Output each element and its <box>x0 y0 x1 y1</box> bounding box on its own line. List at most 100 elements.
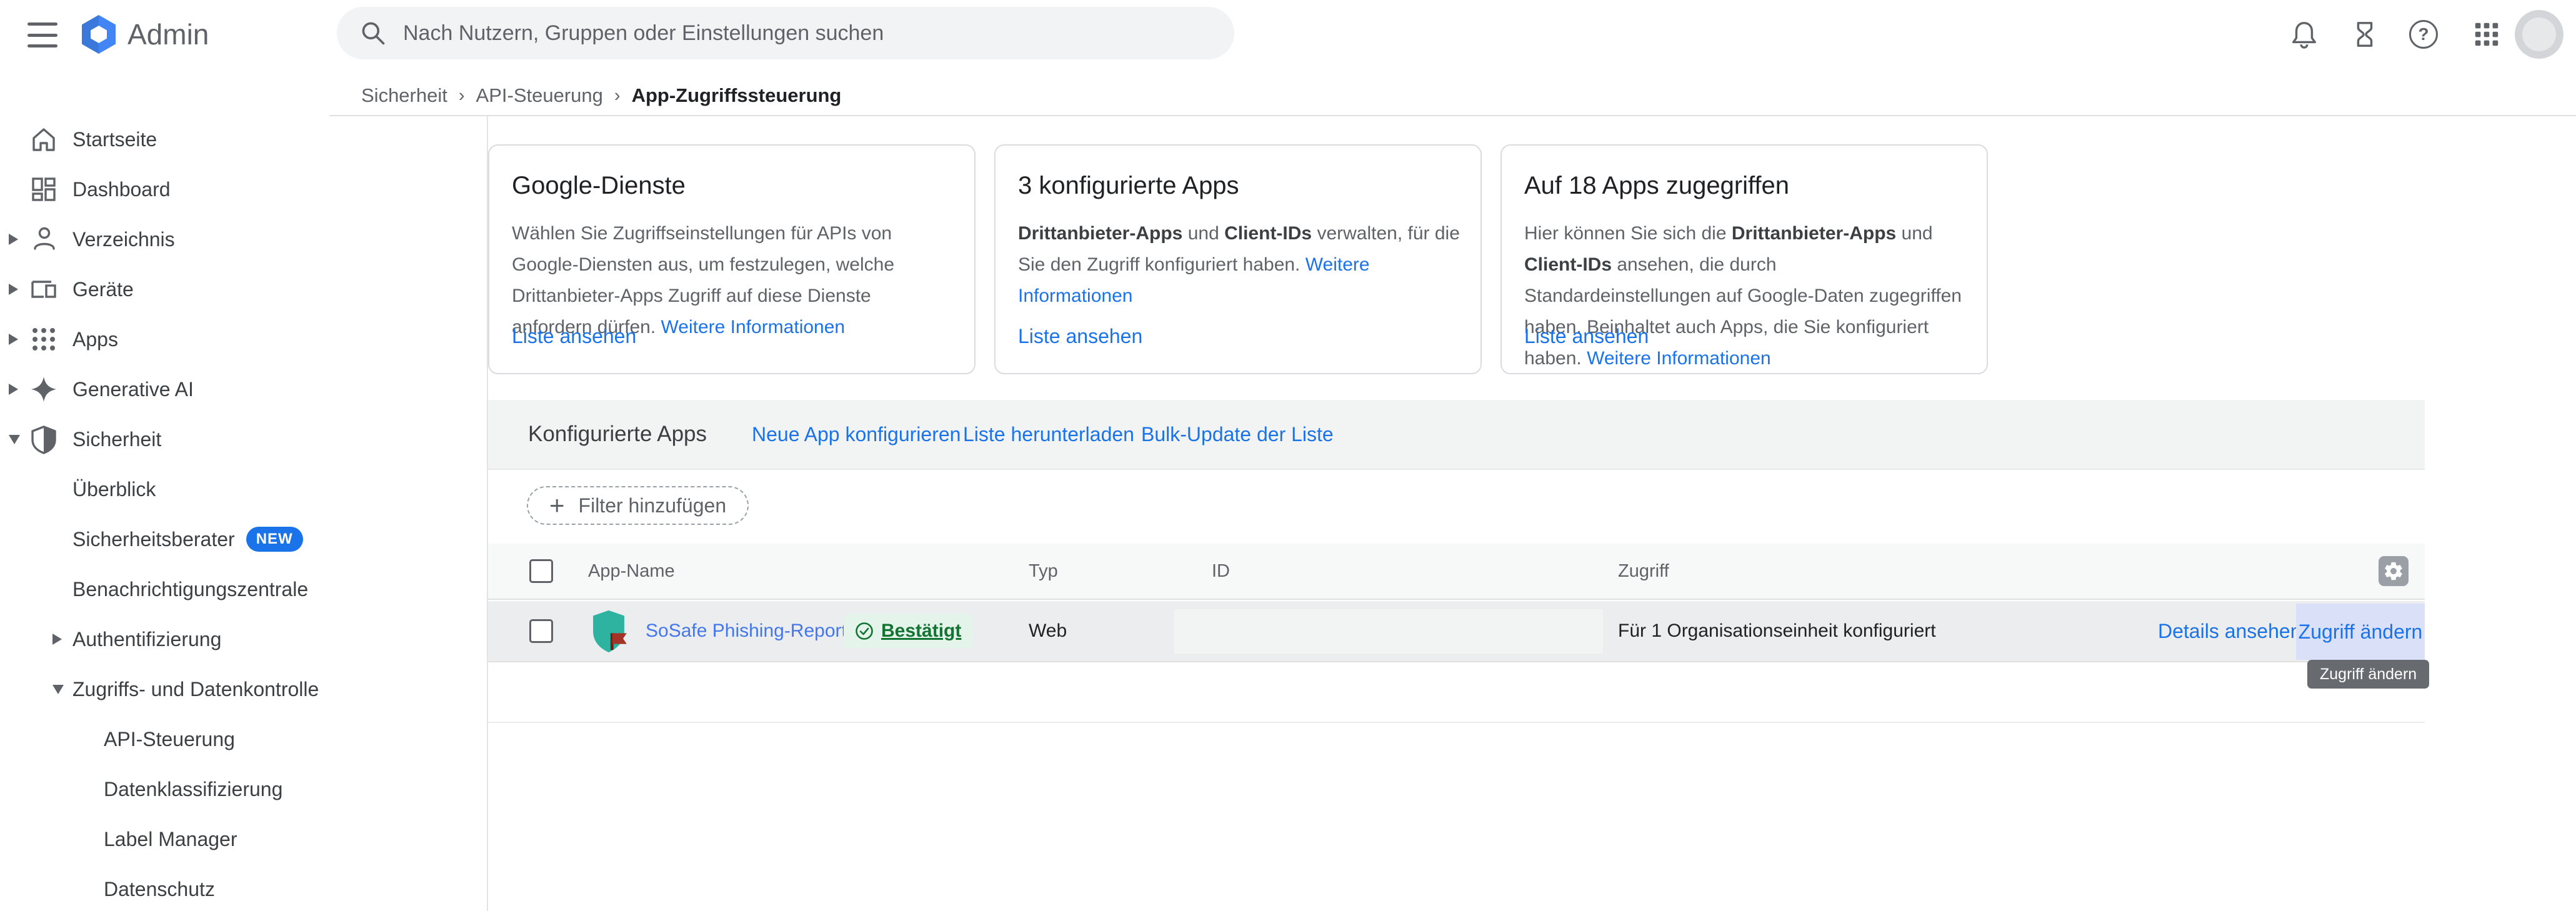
download-list-button[interactable]: Liste herunterladen <box>963 400 1134 469</box>
sidebar-item-dashboard[interactable]: Dashboard <box>0 164 487 214</box>
body-text: und <box>1896 223 1932 244</box>
access-cell: Für 1 Organisationseinheit konfiguriert <box>1618 601 1936 661</box>
app-id-redacted-cell <box>1174 609 1603 654</box>
card-body: Hier können Sie sich die Drittanbieter-A… <box>1524 218 1967 374</box>
breadcrumb-item-api-steuerung[interactable]: API-Steuerung <box>476 84 603 107</box>
learn-more-link[interactable]: Weitere Informationen <box>1587 348 1771 369</box>
sidebar-item-startseite[interactable]: Startseite <box>0 114 487 164</box>
card-konfigurierte-apps: 3 konfigurierte Apps Drittanbieter-Apps … <box>994 144 1482 374</box>
body-text: Client-IDs <box>1224 223 1312 244</box>
apps-grid-icon <box>29 324 59 354</box>
view-list-link[interactable]: Liste ansehen <box>1524 325 1649 348</box>
menu-icon[interactable] <box>27 22 57 47</box>
header-divider <box>329 115 2576 116</box>
status-label: Bestätigt <box>881 620 961 642</box>
search-icon <box>359 19 387 47</box>
chevron-right-icon[interactable] <box>9 384 18 395</box>
sidebar-item-label: Authentifizierung <box>72 628 221 651</box>
search-placeholder: Nach Nutzern, Gruppen oder Einstellungen… <box>403 21 884 46</box>
tasks-hourglass-icon[interactable] <box>2350 20 2379 49</box>
view-list-link[interactable]: Liste ansehen <box>1018 325 1142 348</box>
help-icon[interactable]: ? <box>2409 20 2438 49</box>
sidebar-item-label: Apps <box>72 328 118 351</box>
sidebar-item-label: API-Steuerung <box>104 728 235 751</box>
configured-apps-table: Konfigurierte Apps Neue App konfiguriere… <box>488 400 2425 723</box>
sidebar-item-api-steuerung[interactable]: API-Steuerung <box>0 714 487 764</box>
home-icon <box>29 124 59 154</box>
admin-console-page: Admin Nach Nutzern, Gruppen oder Einstel… <box>0 0 2576 911</box>
body-text: Drittanbieter-Apps <box>1018 223 1182 244</box>
sidebar-item-label: Dashboard <box>72 178 171 201</box>
add-filter-button[interactable]: + Filter hinzufügen <box>527 486 749 525</box>
bulk-update-list-button[interactable]: Bulk-Update der Liste <box>1141 400 1334 469</box>
sidebar-item-label-manager[interactable]: Label Manager <box>0 814 487 864</box>
column-header-id[interactable]: ID <box>1212 544 1230 599</box>
card-google-dienste: Google-Dienste Wählen Sie Zugriffseinste… <box>488 144 976 374</box>
chevron-right-icon[interactable] <box>9 284 18 295</box>
sidebar-item-label: Datenschutz <box>104 878 215 901</box>
sidebar-item-label: Startseite <box>72 128 157 151</box>
column-header-zugriff[interactable]: Zugriff <box>1618 544 1669 599</box>
sidebar-item-datenschutz[interactable]: Datenschutz <box>0 864 487 911</box>
sidebar-item-apps[interactable]: Apps <box>0 314 487 364</box>
breadcrumb: Sicherheit › API-Steuerung › App-Zugriff… <box>361 82 841 109</box>
card-title: 3 konfigurierte Apps <box>1018 172 1239 200</box>
apps-grid-icon[interactable] <box>2472 20 2501 49</box>
table-row[interactable]: SoSafe Phishing-Reporting Bestätigt Web … <box>488 601 2425 662</box>
breadcrumb-item-current: App-Zugriffssteuerung <box>632 84 842 107</box>
sidebar-item-label: Geräte <box>72 278 134 301</box>
breadcrumb-item-sicherheit[interactable]: Sicherheit <box>361 84 447 107</box>
sidebar-item-label: Label Manager <box>104 828 237 851</box>
chevron-down-icon[interactable] <box>9 435 20 444</box>
shield-icon <box>29 424 59 454</box>
sidebar-item-label: Zugriffs- und Datenkontrolle <box>72 678 319 701</box>
product-title: Admin <box>127 17 209 51</box>
chevron-right-icon[interactable] <box>9 234 18 245</box>
sidebar-item-geräte[interactable]: Geräte <box>0 264 487 314</box>
table-toolbar: Konfigurierte Apps Neue App konfiguriere… <box>488 400 2425 470</box>
shield-flag-app-icon <box>589 609 628 654</box>
chevron-right-icon[interactable] <box>52 634 62 645</box>
chevron-right-icon[interactable] <box>9 334 18 345</box>
settings-gear-icon[interactable] <box>2379 556 2409 586</box>
card-body: Wählen Sie Zugriffseinstellungen für API… <box>512 218 954 343</box>
sidebar-item-zugriffs-und-datenkontrolle[interactable]: Zugriffs- und Datenkontrolle <box>0 664 487 714</box>
avatar[interactable] <box>2515 10 2564 59</box>
select-all-checkbox[interactable] <box>529 559 553 583</box>
sidebar-item-authentifizierung[interactable]: Authentifizierung <box>0 614 487 664</box>
sidebar-item-label: Überblick <box>72 478 156 501</box>
sidebar-nav: Startseite Dashboard Verzeichnis Geräte Apps… <box>0 114 487 911</box>
change-access-tooltip: Zugriff ändern <box>2307 660 2429 689</box>
sidebar-item-label: Benachrichtigungszentrale <box>72 578 308 601</box>
sidebar-item-datenklassifizierung[interactable]: Datenklassifizierung <box>0 764 487 814</box>
learn-more-link[interactable]: Weitere Informationen <box>661 317 846 337</box>
row-checkbox[interactable] <box>529 619 553 643</box>
notifications-bell-icon[interactable] <box>2290 20 2319 49</box>
admin-logo-icon[interactable] <box>79 14 119 54</box>
table-bottom-border <box>488 722 2425 723</box>
sidebar-item-verzeichnis[interactable]: Verzeichnis <box>0 214 487 264</box>
body-text: Hier können Sie sich die <box>1524 223 1732 244</box>
column-header-app-name[interactable]: App-Name <box>588 544 675 599</box>
sidebar-item-sicherheitsberater[interactable]: SicherheitsberaterNEW <box>0 514 487 564</box>
change-access-button[interactable]: Zugriff ändern <box>2296 604 2425 660</box>
sidebar-item-label: Generative AI <box>72 378 194 401</box>
sparkle-icon <box>29 374 59 404</box>
configure-new-app-button[interactable]: Neue App konfigurieren <box>752 400 961 469</box>
sidebar-item-benachrichtigungszentrale[interactable]: Benachrichtigungszentrale <box>0 564 487 614</box>
search-input[interactable]: Nach Nutzern, Gruppen oder Einstellungen… <box>337 7 1234 59</box>
sidebar-item-label: Datenklassifizierung <box>104 778 282 801</box>
status-badge[interactable]: Bestätigt <box>844 614 972 649</box>
view-list-link[interactable]: Liste ansehen <box>512 325 636 348</box>
view-details-button[interactable]: Details ansehen <box>2158 601 2301 661</box>
chevron-down-icon[interactable] <box>52 685 64 694</box>
sidebar-item-label: Verzeichnis <box>72 228 175 251</box>
new-badge: NEW <box>246 527 303 552</box>
sidebar-item-sicherheit[interactable]: Sicherheit <box>0 414 487 464</box>
card-body: Drittanbieter-Apps und Client-IDs verwal… <box>1018 218 1460 312</box>
sidebar-item-überblick[interactable]: Überblick <box>0 464 487 514</box>
column-header-typ[interactable]: Typ <box>1029 544 1058 599</box>
breadcrumb-separator: › <box>614 86 621 106</box>
sidebar-item-generative-ai[interactable]: Generative AI <box>0 364 487 414</box>
app-name-link[interactable]: SoSafe Phishing-Reporting <box>646 601 872 661</box>
